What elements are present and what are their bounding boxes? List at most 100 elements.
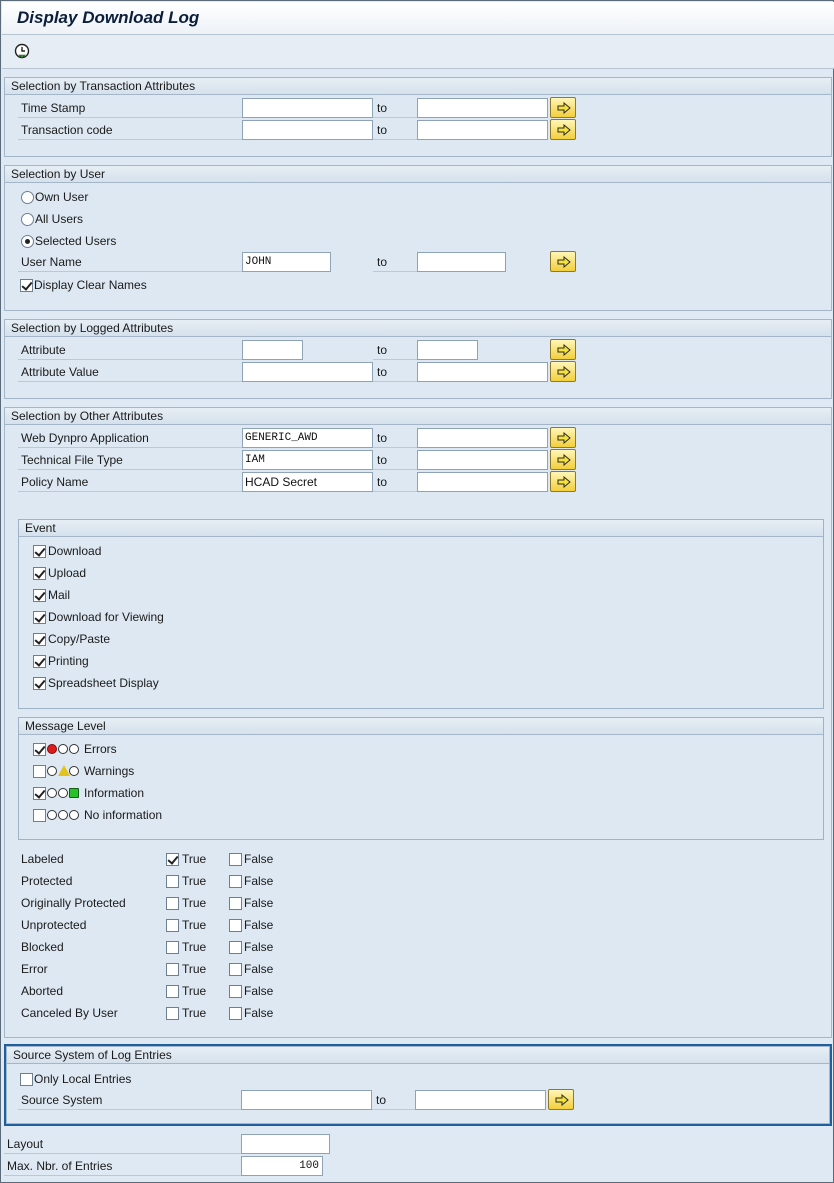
user-name-multiple-selection-button[interactable] xyxy=(550,251,576,272)
flag-unprotected-false-checkbox[interactable] xyxy=(229,919,242,932)
flag-protected-true-checkbox[interactable] xyxy=(166,875,179,888)
transaction-code-label: Transaction code xyxy=(18,120,242,140)
flag-false-label: False xyxy=(244,852,274,866)
attribute-value-multiple-selection-button[interactable] xyxy=(550,361,576,382)
flag-labeled-false-checkbox[interactable] xyxy=(229,853,242,866)
event-copy-paste-label: Copy/Paste xyxy=(48,632,111,646)
report-window: Display Download Log Selection by Transa… xyxy=(0,0,834,1183)
attribute-value-to-input[interactable] xyxy=(417,362,548,382)
display-clear-names-checkbox[interactable] xyxy=(20,279,33,292)
message-warnings-checkbox[interactable] xyxy=(33,765,46,778)
flag-canceled-by-user-false-checkbox[interactable] xyxy=(229,1007,242,1020)
source-system-multiple-selection-button[interactable] xyxy=(548,1089,574,1110)
group-header: Selection by User xyxy=(5,166,831,183)
event-download-label: Download xyxy=(48,544,102,558)
source-system-to-input[interactable] xyxy=(415,1090,546,1110)
flag-false-label: False xyxy=(244,940,274,954)
policy-name-from-input[interactable]: HCAD Secret xyxy=(242,472,373,492)
display-clear-names-label: Display Clear Names xyxy=(34,278,147,292)
technical-file-type-from-input[interactable]: IAM xyxy=(242,450,373,470)
flag-true-label: True xyxy=(182,852,207,866)
web-dynpro-application-to-input[interactable] xyxy=(417,428,548,448)
event-mail-label: Mail xyxy=(48,588,71,602)
all-users-label: All Users xyxy=(35,212,84,226)
flag-true-label: True xyxy=(182,896,207,910)
all-users-radio[interactable] xyxy=(21,213,34,226)
to-label: to xyxy=(373,472,417,492)
flag-canceled-by-user-true-checkbox[interactable] xyxy=(166,1007,179,1020)
attribute-to-input[interactable] xyxy=(417,340,478,360)
technical-file-type-to-input[interactable] xyxy=(417,450,548,470)
to-label: to xyxy=(373,428,417,448)
event-upload-label: Upload xyxy=(48,566,87,580)
title-bar: Display Download Log xyxy=(2,2,834,35)
event-printing-label: Printing xyxy=(48,654,89,668)
message-no-information-checkbox[interactable] xyxy=(33,809,46,822)
event-copy-paste-checkbox[interactable] xyxy=(33,633,46,646)
web-dynpro-application-from-input[interactable]: GENERIC_AWD xyxy=(242,428,373,448)
selected-users-radio[interactable] xyxy=(21,235,34,248)
time-stamp-label: Time Stamp xyxy=(18,98,242,118)
attribute-label: Attribute xyxy=(18,340,242,360)
red-traffic-light-icon xyxy=(47,743,81,755)
own-user-radio[interactable] xyxy=(21,191,34,204)
web-dynpro-application-multiple-selection-button[interactable] xyxy=(550,427,576,448)
group-header: Selection by Transaction Attributes xyxy=(5,78,831,95)
flag-labeled-true-checkbox[interactable] xyxy=(166,853,179,866)
web-dynpro-application-label: Web Dynpro Application xyxy=(18,428,242,448)
to-label: to xyxy=(373,362,417,382)
message-errors-checkbox[interactable] xyxy=(33,743,46,756)
flag-originally-protected-false-checkbox[interactable] xyxy=(229,897,242,910)
message-warnings-label: Warnings xyxy=(84,764,135,778)
technical-file-type-multiple-selection-button[interactable] xyxy=(550,449,576,470)
time-stamp-to-input[interactable] xyxy=(417,98,548,118)
message-information-checkbox[interactable] xyxy=(33,787,46,800)
transaction-code-to-input[interactable] xyxy=(417,120,548,140)
source-system-from-input[interactable] xyxy=(241,1090,372,1110)
attribute-value-from-input[interactable] xyxy=(242,362,373,382)
attribute-multiple-selection-button[interactable] xyxy=(550,339,576,360)
to-label: to xyxy=(373,252,417,272)
only-local-entries-checkbox[interactable] xyxy=(20,1073,33,1086)
flag-false-label: False xyxy=(244,874,274,888)
green-traffic-light-icon xyxy=(47,787,81,799)
flag-true-label: True xyxy=(182,962,207,976)
flag-false-label: False xyxy=(244,918,274,932)
execute-clock-icon[interactable] xyxy=(14,43,30,59)
user-name-to-input[interactable] xyxy=(417,252,506,272)
flag-blocked-true-checkbox[interactable] xyxy=(166,941,179,954)
attribute-from-input[interactable] xyxy=(242,340,303,360)
event-spreadsheet-display-checkbox[interactable] xyxy=(33,677,46,690)
flag-aborted-false-checkbox[interactable] xyxy=(229,985,242,998)
layout-input[interactable] xyxy=(241,1134,330,1154)
transaction-code-from-input[interactable] xyxy=(242,120,373,140)
flag-error-false-checkbox[interactable] xyxy=(229,963,242,976)
policy-name-multiple-selection-button[interactable] xyxy=(550,471,576,492)
event-printing-checkbox[interactable] xyxy=(33,655,46,668)
flag-true-label: True xyxy=(182,940,207,954)
time-stamp-multiple-selection-button[interactable] xyxy=(550,97,576,118)
event-download-for-viewing-checkbox[interactable] xyxy=(33,611,46,624)
flag-error-label: Error xyxy=(21,962,48,976)
event-mail-checkbox[interactable] xyxy=(33,589,46,602)
flag-blocked-false-checkbox[interactable] xyxy=(229,941,242,954)
flag-aborted-true-checkbox[interactable] xyxy=(166,985,179,998)
own-user-label: Own User xyxy=(35,190,89,204)
flag-originally-protected-true-checkbox[interactable] xyxy=(166,897,179,910)
flag-false-label: False xyxy=(244,984,274,998)
policy-name-to-input[interactable] xyxy=(417,472,548,492)
max-entries-input[interactable]: 100 xyxy=(241,1156,323,1176)
event-download-checkbox[interactable] xyxy=(33,545,46,558)
time-stamp-from-input[interactable] xyxy=(242,98,373,118)
yellow-traffic-light-icon xyxy=(47,765,81,777)
source-system-label: Source System xyxy=(18,1090,241,1110)
to-label: to xyxy=(373,98,417,118)
flag-error-true-checkbox[interactable] xyxy=(166,963,179,976)
flag-false-label: False xyxy=(244,1006,274,1020)
flag-canceled-by-user-label: Canceled By User xyxy=(21,1006,118,1020)
user-name-from-input[interactable]: JOHN xyxy=(242,252,331,272)
event-upload-checkbox[interactable] xyxy=(33,567,46,580)
flag-unprotected-true-checkbox[interactable] xyxy=(166,919,179,932)
flag-protected-false-checkbox[interactable] xyxy=(229,875,242,888)
transaction-code-multiple-selection-button[interactable] xyxy=(550,119,576,140)
